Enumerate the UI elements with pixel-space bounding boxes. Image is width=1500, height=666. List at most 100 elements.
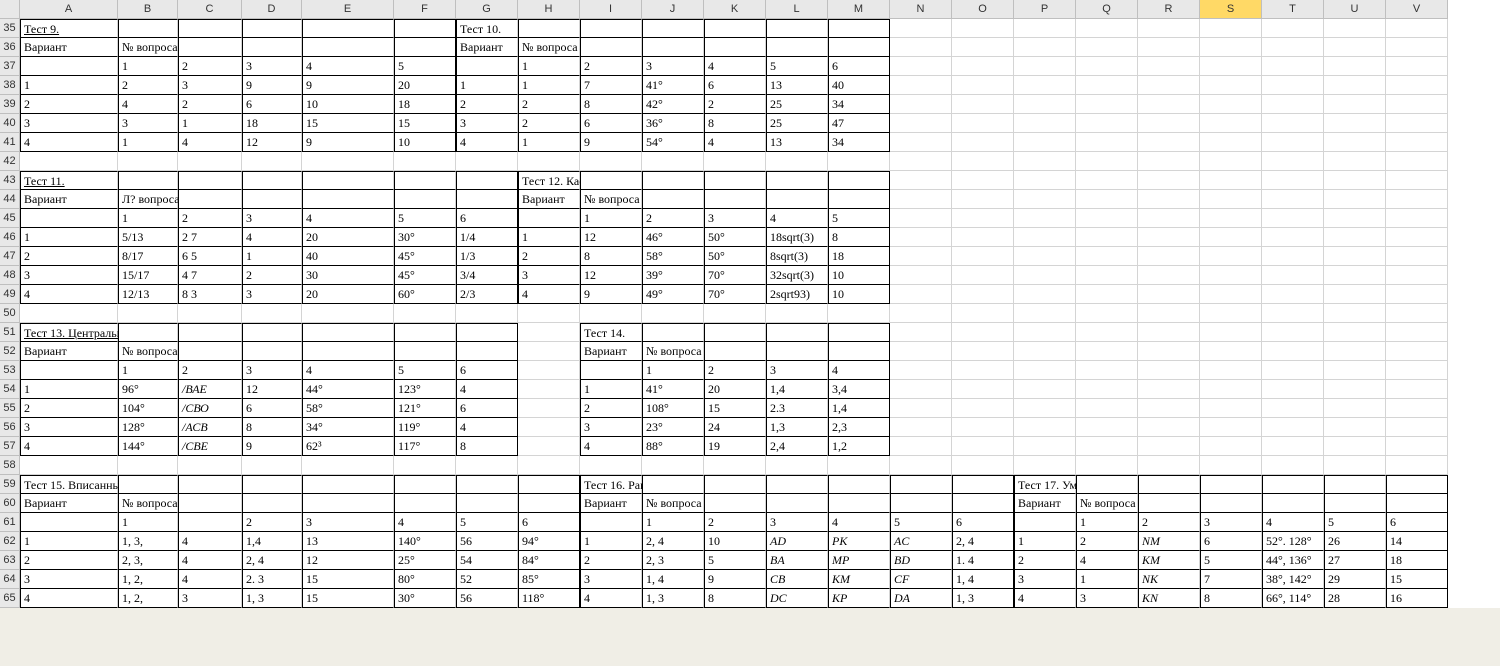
cell-M44[interactable] [828,190,890,209]
cell-N59[interactable] [890,475,952,494]
cell-P52[interactable] [1014,342,1076,361]
cell-A56[interactable]: 3 [20,418,118,437]
cell-B39[interactable]: 4 [118,95,178,114]
cell-L57[interactable]: 2,4 [766,437,828,456]
cell-D40[interactable]: 18 [242,114,302,133]
col-header-H[interactable]: H [518,0,580,19]
cell-M40[interactable]: 47 [828,114,890,133]
cell-I51[interactable]: Тест 14. [580,323,642,342]
cell-D56[interactable]: 8 [242,418,302,437]
cell-G56[interactable]: 4 [456,418,518,437]
cell-E46[interactable]: 20 [302,228,394,247]
row-header-61[interactable]: 61 [0,513,20,532]
cell-E41[interactable]: 9 [302,133,394,152]
cell-P57[interactable] [1014,437,1076,456]
cell-U39[interactable] [1324,95,1386,114]
cell-K43[interactable] [704,171,766,190]
cell-B59[interactable] [118,475,178,494]
cell-P38[interactable] [1014,76,1076,95]
cell-V51[interactable] [1386,323,1448,342]
cell-J55[interactable]: 108° [642,399,704,418]
cell-U42[interactable] [1324,152,1386,171]
cell-B37[interactable]: 1 [118,57,178,76]
cell-D42[interactable] [242,152,302,171]
cell-I64[interactable]: 3 [580,570,642,589]
cell-I36[interactable] [580,38,642,57]
cell-F50[interactable] [394,304,456,323]
cell-H55[interactable] [518,399,580,418]
cell-J60[interactable]: № вопроса [642,494,704,513]
cell-E55[interactable]: 58° [302,399,394,418]
cell-L47[interactable]: 8sqrt(3) [766,247,828,266]
cell-B65[interactable]: 1, 2, [118,589,178,608]
col-header-N[interactable]: N [890,0,952,19]
cell-M58[interactable] [828,456,890,475]
cell-M54[interactable]: 3,4 [828,380,890,399]
cell-N47[interactable] [890,247,952,266]
cell-V58[interactable] [1386,456,1448,475]
cell-N40[interactable] [890,114,952,133]
cell-U62[interactable]: 26 [1324,532,1386,551]
cell-E51[interactable] [302,323,394,342]
cell-S55[interactable] [1200,399,1262,418]
cell-I45[interactable]: 1 [580,209,642,228]
cell-K40[interactable]: 8 [704,114,766,133]
cell-Q60[interactable]: № вопроса [1076,494,1138,513]
cell-C53[interactable]: 2 [178,361,242,380]
cell-Q40[interactable] [1076,114,1138,133]
cell-R43[interactable] [1138,171,1200,190]
cell-V59[interactable] [1386,475,1448,494]
cell-S37[interactable] [1200,57,1262,76]
cell-F62[interactable]: 140° [394,532,456,551]
cell-M61[interactable]: 4 [828,513,890,532]
cell-A49[interactable]: 4 [20,285,118,304]
cell-R35[interactable] [1138,19,1200,38]
cell-H40[interactable]: 2 [518,114,580,133]
cell-T55[interactable] [1262,399,1324,418]
cell-J54[interactable]: 41° [642,380,704,399]
cell-N38[interactable] [890,76,952,95]
row-header-43[interactable]: 43 [0,171,20,190]
cell-T54[interactable] [1262,380,1324,399]
cell-O56[interactable] [952,418,1014,437]
cell-G58[interactable] [456,456,518,475]
row-header-52[interactable]: 52 [0,342,20,361]
cell-N46[interactable] [890,228,952,247]
cell-J52[interactable]: № вопроса [642,342,704,361]
cell-J61[interactable]: 1 [642,513,704,532]
cell-K50[interactable] [704,304,766,323]
cell-F64[interactable]: 80° [394,570,456,589]
cell-F40[interactable]: 15 [394,114,456,133]
cell-A41[interactable]: 4 [20,133,118,152]
cell-L53[interactable]: 3 [766,361,828,380]
cell-O61[interactable]: 6 [952,513,1014,532]
cell-A59[interactable]: Тест 15. Вписанные и описанные окружност… [20,475,118,494]
cell-F65[interactable]: 30° [394,589,456,608]
cell-D51[interactable] [242,323,302,342]
cell-R40[interactable] [1138,114,1200,133]
cell-M60[interactable] [828,494,890,513]
cell-K37[interactable]: 4 [704,57,766,76]
cell-F59[interactable] [394,475,456,494]
cell-A57[interactable]: 4 [20,437,118,456]
cell-D39[interactable]: 6 [242,95,302,114]
cell-R41[interactable] [1138,133,1200,152]
cell-J42[interactable] [642,152,704,171]
cell-S35[interactable] [1200,19,1262,38]
cell-Q41[interactable] [1076,133,1138,152]
cell-J37[interactable]: 3 [642,57,704,76]
cell-K48[interactable]: 70° [704,266,766,285]
cell-I39[interactable]: 8 [580,95,642,114]
cell-E40[interactable]: 15 [302,114,394,133]
cell-R42[interactable] [1138,152,1200,171]
cell-S40[interactable] [1200,114,1262,133]
cell-B43[interactable] [118,171,178,190]
cell-A36[interactable]: Вариант [20,38,118,57]
cell-F36[interactable] [394,38,456,57]
cell-A54[interactable]: 1 [20,380,118,399]
cell-T42[interactable] [1262,152,1324,171]
cell-O44[interactable] [952,190,1014,209]
col-header-D[interactable]: D [242,0,302,19]
cell-L56[interactable]: 1,3 [766,418,828,437]
cell-K60[interactable] [704,494,766,513]
